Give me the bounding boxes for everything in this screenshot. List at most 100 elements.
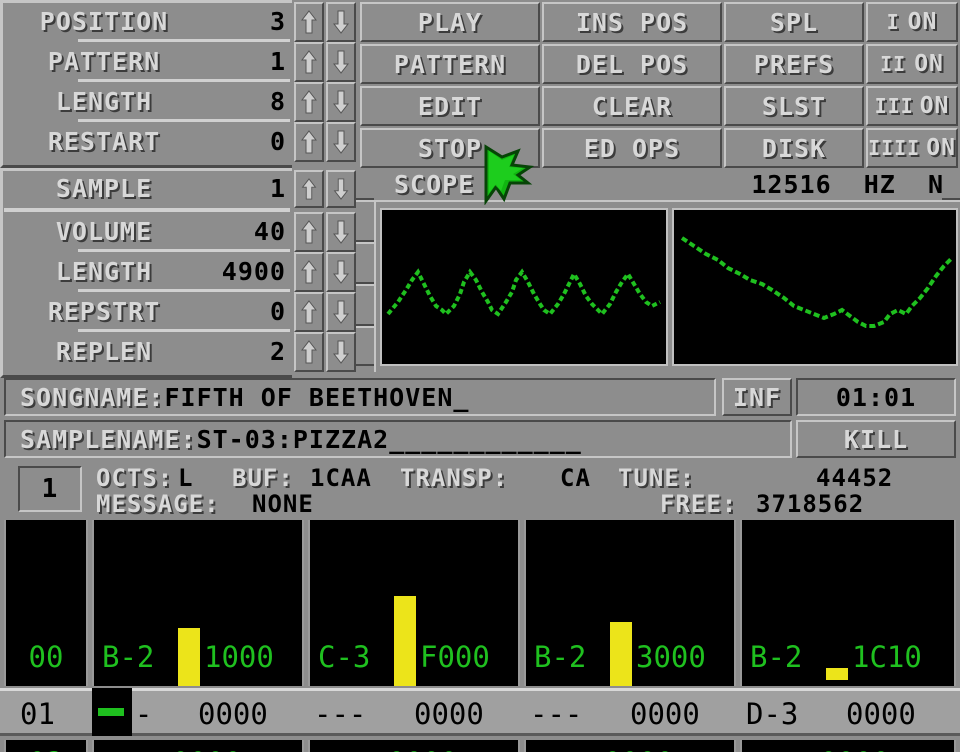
position-value: 3 — [269, 7, 286, 36]
replen-up-button[interactable] — [294, 332, 324, 372]
channel-2-numeral: II — [880, 52, 907, 76]
position-down-button[interactable] — [326, 2, 356, 42]
arrow-down-icon — [333, 300, 349, 324]
pattern-button[interactable]: PATTERN — [360, 44, 540, 84]
pattern-row-selected[interactable]: 01 --- 0000 --- 0000 --- 0000 D-3 0000 — [0, 688, 960, 736]
octs-value: L — [178, 464, 194, 492]
ch3-volume-bar — [610, 622, 632, 686]
song-param-length[interactable]: LENGTH 8 — [4, 82, 290, 122]
repstrt-down-button[interactable] — [326, 292, 356, 332]
sample-param-length[interactable]: LENGTH 4900 — [4, 252, 290, 292]
replen-down-button[interactable] — [326, 332, 356, 372]
slst-button[interactable]: SLST — [724, 86, 864, 126]
scope-header: SCOPE 12516 HZ N — [378, 168, 960, 200]
arrow-up-icon — [301, 10, 317, 34]
volume-up-button[interactable] — [294, 212, 324, 252]
arrow-up-icon — [301, 300, 317, 324]
ch2-data: F000 — [420, 640, 490, 674]
play-button[interactable]: PLAY — [360, 2, 540, 42]
ch4-note-row01: D-3 — [746, 697, 799, 731]
tune-label: TUNE: — [618, 464, 696, 492]
scope-channel-right[interactable] — [672, 208, 958, 366]
sample-length-up-button[interactable] — [294, 252, 324, 292]
ch3-note: B-2 — [534, 640, 587, 674]
pattern-cell-ch3-row02[interactable]: --- 0000 — [524, 740, 736, 752]
songname-field[interactable]: SONGNAME: FIFTH OF BEETHOVEN_ — [4, 378, 716, 416]
pattern-cell-ch2-row02[interactable]: --- 0000 — [308, 740, 520, 752]
ch4-note: B-2 — [750, 640, 803, 674]
channel-toggle-3[interactable]: III ON — [866, 86, 958, 126]
pattern-cell-ch2-row00[interactable]: C-3 F000 — [308, 520, 520, 686]
ch1-data: 1000 — [204, 640, 274, 674]
repstrt-up-button[interactable] — [294, 292, 324, 332]
restart-up-button[interactable] — [294, 122, 324, 162]
pattern-label: PATTERN — [47, 47, 161, 76]
sample-param-replen[interactable]: REPLEN 2 — [4, 332, 290, 372]
channel-3-numeral: III — [874, 94, 914, 118]
spl-button[interactable]: SPL — [724, 2, 864, 42]
channel-toggle-1[interactable]: I ON — [866, 2, 958, 42]
ed-ops-button[interactable]: ED OPS — [542, 128, 722, 168]
ch1-note: B-2 — [102, 640, 155, 674]
sample-length-label: LENGTH — [55, 257, 153, 286]
arrow-up-icon — [301, 340, 317, 364]
volume-down-button[interactable] — [326, 212, 356, 252]
ins-pos-button[interactable]: INS POS — [542, 2, 722, 42]
pattern-rownum-col: 00 — [4, 520, 88, 686]
pattern-cell-ch3-row00[interactable]: B-2 3000 — [524, 520, 736, 686]
sample-selector-row[interactable]: SAMPLE 1 — [4, 170, 290, 208]
song-param-position[interactable]: POSITION 3 — [4, 2, 290, 42]
stop-button[interactable]: STOP — [360, 128, 540, 168]
octave-box[interactable]: 1 — [18, 466, 82, 512]
edit-cursor[interactable] — [92, 688, 132, 736]
time-value: 01:01 — [835, 382, 917, 412]
edit-button[interactable]: EDIT — [360, 86, 540, 126]
pattern-cell-ch4-row02[interactable]: --- 0000 — [740, 740, 956, 752]
del-pos-button[interactable]: DEL POS — [542, 44, 722, 84]
kill-button[interactable]: KILL — [796, 420, 956, 458]
inf-button[interactable]: INF — [722, 378, 792, 416]
samplename-value: ST-03:PIZZA2____________ — [196, 424, 582, 454]
arrow-down-icon — [333, 260, 349, 284]
song-param-restart[interactable]: RESTART 0 — [4, 122, 290, 162]
position-up-button[interactable] — [294, 2, 324, 42]
scope-rate: 12516 HZ N — [751, 170, 944, 199]
pattern-down-button[interactable] — [326, 42, 356, 82]
sample-param-repstrt[interactable]: REPSTRT 0 — [4, 292, 290, 332]
sample-param-volume[interactable]: VOLUME 40 — [4, 212, 290, 252]
channel-toggle-4[interactable]: IIII ON — [866, 128, 958, 168]
arrow-up-icon — [301, 178, 317, 200]
sample-length-down-button[interactable] — [326, 252, 356, 292]
scope-channel-left[interactable] — [380, 208, 668, 366]
pattern-cell-ch1-row02[interactable]: --- 0000 — [92, 740, 304, 752]
octs-label: OCTS: — [96, 464, 174, 492]
samplename-label: SAMPLENAME: — [20, 424, 197, 454]
buf-label: BUF: — [232, 464, 294, 492]
message-value: NONE — [252, 490, 314, 518]
pattern-cell-ch4-row00[interactable]: B-2 1C10 — [740, 520, 956, 686]
transp-label: TRANSP: — [400, 464, 509, 492]
volume-value: 40 — [253, 217, 286, 246]
sample-down-button[interactable] — [326, 170, 356, 208]
pattern-cell-ch1-row00[interactable]: B-2 1000 — [92, 520, 304, 686]
free-label: FREE: — [660, 490, 738, 518]
prefs-button[interactable]: PREFS — [724, 44, 864, 84]
pattern-up-button[interactable] — [294, 42, 324, 82]
sample-up-button[interactable] — [294, 170, 324, 208]
status-panel: 1 OCTS: L BUF: 1CAA TRANSP: CA TUNE: 444… — [0, 462, 960, 520]
channel-1-state: ON — [907, 9, 938, 35]
length-down-button[interactable] — [326, 82, 356, 122]
channel-toggle-2[interactable]: II ON — [866, 44, 958, 84]
sample-value: 1 — [269, 174, 286, 203]
free-value: 3718562 — [756, 490, 865, 518]
arrow-up-icon — [301, 130, 317, 154]
length-up-button[interactable] — [294, 82, 324, 122]
samplename-field[interactable]: SAMPLENAME: ST-03:PIZZA2____________ — [4, 420, 792, 458]
song-param-pattern[interactable]: PATTERN 1 — [4, 42, 290, 82]
row-02-index: 02 — [6, 746, 86, 752]
disk-button[interactable]: DISK — [724, 128, 864, 168]
ch2-volume-bar — [394, 596, 416, 686]
clear-button[interactable]: CLEAR — [542, 86, 722, 126]
restart-down-button[interactable] — [326, 122, 356, 162]
arrow-up-icon — [301, 220, 317, 244]
